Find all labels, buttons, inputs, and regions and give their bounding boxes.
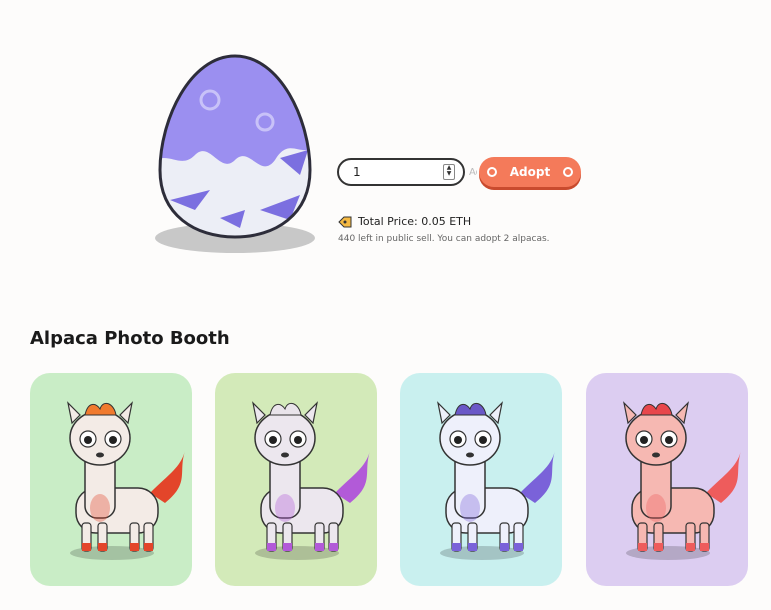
section-title: Alpaca Photo Booth (30, 328, 230, 349)
alpaca-illustration (623, 401, 741, 560)
alpaca-illustration (437, 401, 555, 560)
egg-illustration (150, 50, 320, 260)
stepper-arrows-icon[interactable]: ▲ ▼ (443, 164, 455, 180)
truncated-hint: Ad (469, 166, 477, 178)
ring-left-icon (487, 167, 497, 177)
adopt-button-label: Adopt (509, 165, 551, 179)
quantity-value: 1 (353, 165, 361, 179)
alpaca-illustration (252, 401, 370, 560)
alpaca-card[interactable] (215, 373, 377, 586)
price-tag-icon (338, 216, 352, 227)
price-label: Total Price: 0.05 ETH (358, 215, 472, 228)
total-price: Total Price: 0.05 ETH (338, 215, 471, 228)
quantity-input[interactable]: 1 ▲ ▼ (337, 158, 465, 186)
alpaca-illustration (67, 401, 185, 560)
alpaca-card[interactable] (586, 373, 748, 586)
adopt-button[interactable]: Adopt (479, 157, 581, 187)
stock-text: 440 left in public sell. You can adopt 2… (338, 234, 550, 244)
ring-right-icon (562, 167, 573, 177)
alpaca-card[interactable] (30, 373, 192, 586)
alpaca-card[interactable] (400, 373, 562, 586)
adopt-controls: 1 ▲▼ Ad Adopt (337, 155, 581, 189)
